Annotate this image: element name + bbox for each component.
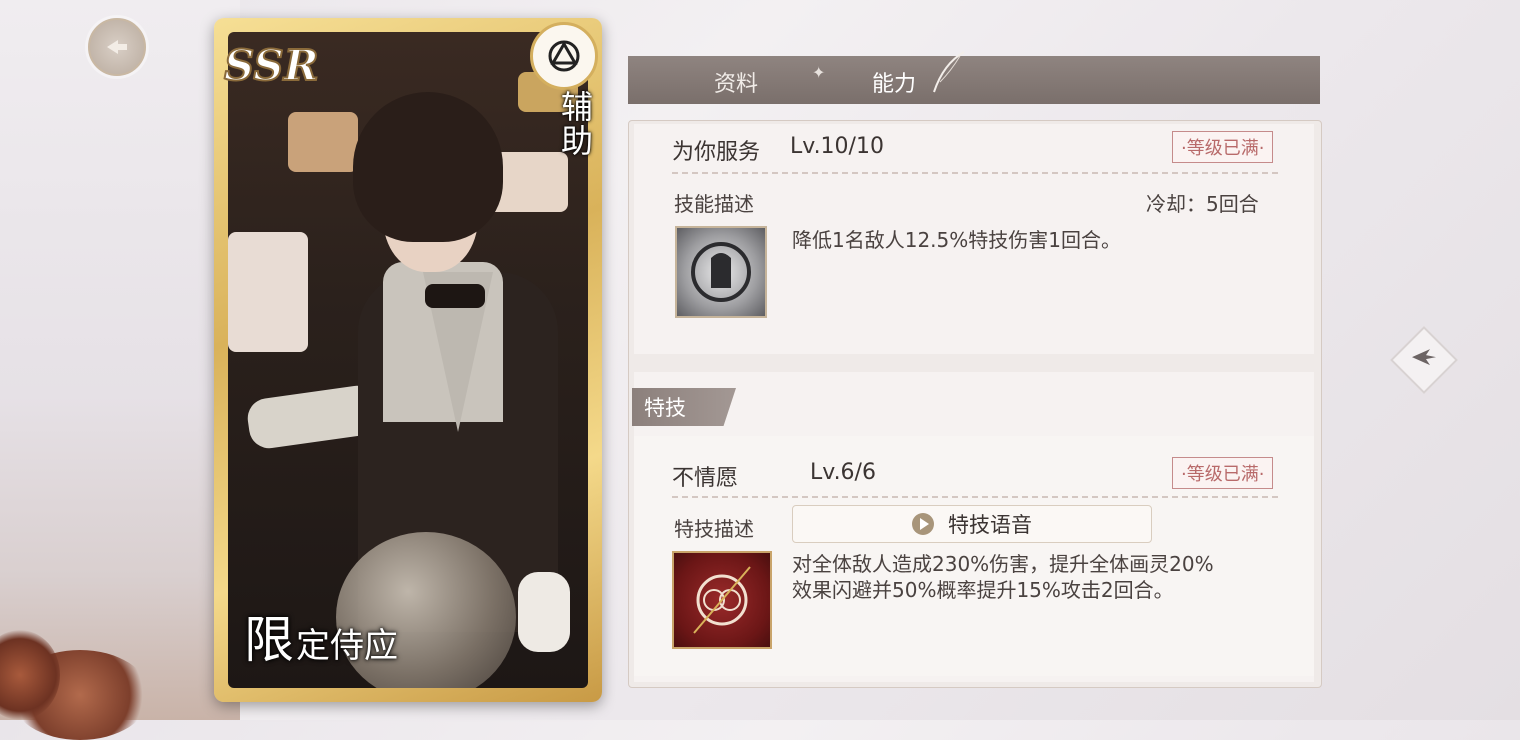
max-level-badge: ·等级已满· [1172,131,1274,163]
card-title: 限定侍应 [244,611,398,669]
character-card: SSR 辅助 限定侍应 [214,18,602,702]
skill-cooldown: 冷却：5回合 [1146,192,1259,216]
special-section-tag: 特技 [632,388,736,426]
character-art [228,32,588,688]
play-icon [912,513,934,535]
forward-arrow-icon [1412,349,1436,366]
sparkle-icon: ✦ [812,63,826,82]
special-name: 不情愿 [672,466,739,491]
triangle-circle-icon [530,22,598,90]
tab-bar: 资料 能力 [628,56,1320,104]
svg-text:SSR: SSR [224,41,319,90]
voice-button-label: 特技语音 [948,513,1032,537]
quill-icon [933,51,965,93]
special-description-line2: 效果闪避并50%概率提升15%攻击2回合。 [792,578,1174,602]
back-arrow-icon [107,40,127,54]
divider [672,172,1278,174]
background-left [0,0,240,720]
next-character-button[interactable] [1390,326,1458,394]
tab-ability[interactable]: 能力 [872,66,916,98]
tab-profile[interactable]: 资料 [714,66,758,98]
max-level-badge: ·等级已满· [1172,457,1274,489]
special-level: Lv.6/6 [810,460,876,485]
special-icon[interactable] [672,551,772,649]
skill-level: Lv.10/10 [790,134,884,159]
special-desc-label: 特技描述 [674,517,754,541]
back-button[interactable] [88,18,146,76]
skill-description: 降低1名敌人12.5%特技伤害1回合。 [792,228,1121,252]
skill-desc-label: 技能描述 [674,192,754,216]
role-label: 辅助 [556,90,594,158]
skill-name: 为你服务 [672,140,761,165]
rarity-badge: SSR [223,40,320,91]
skill-icon[interactable] [675,226,767,318]
special-description-line1: 对全体敌人造成230%伤害，提升全体画灵20% [792,552,1214,576]
special-voice-button[interactable]: 特技语音 [792,505,1152,543]
divider [672,496,1278,498]
